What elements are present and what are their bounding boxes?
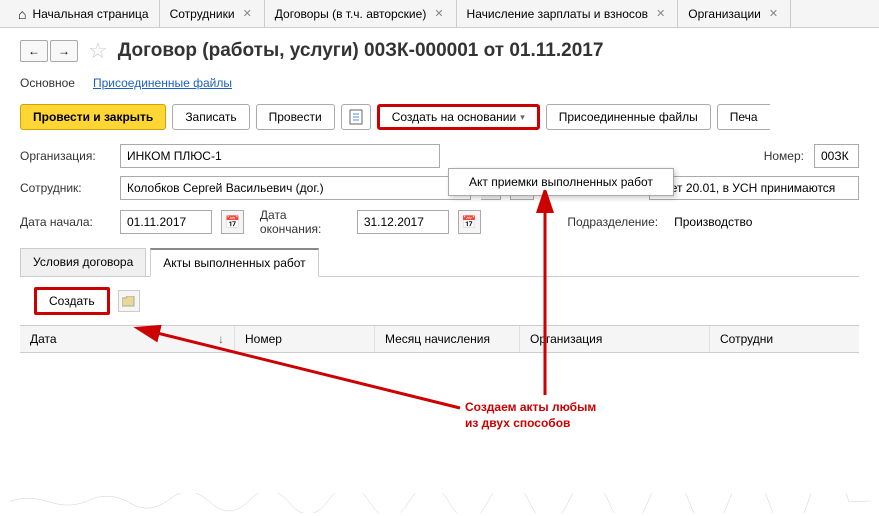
post-close-button[interactable]: Провести и закрыть: [20, 104, 166, 130]
grid-body: [20, 353, 859, 453]
col-number[interactable]: Номер: [235, 326, 375, 352]
tab-content: Создать Дата ↓ Номер Месяц начисления Ор…: [20, 276, 859, 453]
folder-icon: [122, 296, 135, 307]
nav-buttons: ← →: [20, 40, 78, 62]
end-date-calendar-button[interactable]: 📅: [458, 210, 481, 234]
section-files[interactable]: Присоединенные файлы: [93, 76, 232, 90]
section-main[interactable]: Основное: [20, 76, 75, 90]
tab-label: Начальная страница: [32, 7, 148, 21]
emp-input[interactable]: [120, 176, 471, 200]
close-icon[interactable]: ✕: [654, 7, 667, 20]
calendar-icon: 📅: [462, 215, 477, 229]
back-button[interactable]: ←: [20, 40, 48, 62]
create-based-button[interactable]: Создать на основании ▾: [377, 104, 540, 130]
number-input[interactable]: [814, 144, 859, 168]
close-icon[interactable]: ✕: [241, 7, 254, 20]
tab-acts[interactable]: Акты выполненных работ: [150, 248, 318, 277]
annotation-line: Создаем акты любым: [465, 400, 596, 416]
col-org[interactable]: Организация: [520, 326, 710, 352]
report-button[interactable]: [341, 104, 371, 130]
col-month[interactable]: Месяц начисления: [375, 326, 520, 352]
col-employee[interactable]: Сотрудни: [710, 326, 859, 352]
create-button[interactable]: Создать: [34, 287, 110, 315]
document-icon: [349, 109, 363, 125]
division-input[interactable]: [668, 210, 859, 234]
forward-button[interactable]: →: [50, 40, 78, 62]
tab-payroll[interactable]: Начисление зарплаты и взносов ✕: [457, 0, 679, 27]
division-label: Подразделение:: [567, 215, 658, 229]
tab-employees[interactable]: Сотрудники ✕: [160, 0, 265, 27]
tab-home[interactable]: ⌂ Начальная страница: [8, 0, 160, 27]
sub-tabs: Условия договора Акты выполненных работ: [0, 240, 879, 276]
col-date[interactable]: Дата ↓: [20, 326, 235, 352]
tab-conditions[interactable]: Условия договора: [20, 248, 146, 276]
post-button[interactable]: Провести: [256, 104, 335, 130]
save-button[interactable]: Записать: [172, 104, 249, 130]
start-date-input[interactable]: [120, 210, 212, 234]
number-label: Номер:: [764, 149, 804, 163]
start-date-label: Дата начала:: [20, 215, 110, 229]
create-based-menu: Акт приемки выполненных работ: [448, 168, 674, 196]
grid: Дата ↓ Номер Месяц начисления Организаци…: [20, 325, 859, 453]
tab-label: Организации: [688, 7, 761, 21]
section-tabs: Основное Присоединенные файлы: [0, 70, 879, 100]
emp-label: Сотрудник:: [20, 181, 110, 195]
calendar-icon: 📅: [225, 215, 240, 229]
sort-icon: ↓: [218, 332, 224, 346]
page-title: Договор (работы, услуги) 00ЗК-000001 от …: [118, 40, 604, 62]
org-row: Организация: Номер:: [0, 140, 879, 172]
close-icon[interactable]: ✕: [432, 7, 445, 20]
top-tabs-bar: ⌂ Начальная страница Сотрудники ✕ Догово…: [0, 0, 879, 28]
toolbar: Провести и закрыть Записать Провести Соз…: [0, 100, 879, 140]
menu-item-act[interactable]: Акт приемки выполненных работ: [469, 175, 653, 189]
header-row: ← → ☆ Договор (работы, услуги) 00ЗК-0000…: [0, 28, 879, 70]
print-button[interactable]: Печа: [717, 104, 770, 130]
favorite-icon[interactable]: ☆: [88, 38, 108, 64]
home-icon: ⌂: [18, 6, 26, 22]
torn-edge: [10, 493, 869, 513]
pick-button[interactable]: [118, 290, 140, 312]
button-label: Создать на основании: [392, 110, 517, 124]
col-label: Дата: [30, 332, 57, 346]
attached-files-button[interactable]: Присоединенные файлы: [546, 104, 711, 130]
org-label: Организация:: [20, 149, 110, 163]
end-date-label: Дата окончания:: [260, 208, 347, 236]
dates-row: Дата начала: 📅 Дата окончания: 📅 Подразд…: [0, 204, 879, 240]
annotation-line: из двух способов: [465, 416, 596, 432]
chevron-down-icon: ▾: [520, 112, 525, 123]
end-date-input[interactable]: [357, 210, 449, 234]
start-date-calendar-button[interactable]: 📅: [221, 210, 244, 234]
annotation-text: Создаем акты любым из двух способов: [465, 400, 596, 431]
grid-header: Дата ↓ Номер Месяц начисления Организаци…: [20, 326, 859, 353]
tab-orgs[interactable]: Организации ✕: [678, 0, 791, 27]
emp-row: Сотрудник: ▾ Счет, субконто:: [0, 172, 879, 204]
org-input[interactable]: [120, 144, 440, 168]
close-icon[interactable]: ✕: [767, 7, 780, 20]
tab-label: Начисление зарплаты и взносов: [467, 7, 649, 21]
tab-contracts[interactable]: Договоры (в т.ч. авторские) ✕: [265, 0, 457, 27]
account-input[interactable]: [649, 176, 859, 200]
create-row: Создать: [20, 277, 859, 325]
tab-label: Договоры (в т.ч. авторские): [275, 7, 427, 21]
tab-label: Сотрудники: [170, 7, 235, 21]
